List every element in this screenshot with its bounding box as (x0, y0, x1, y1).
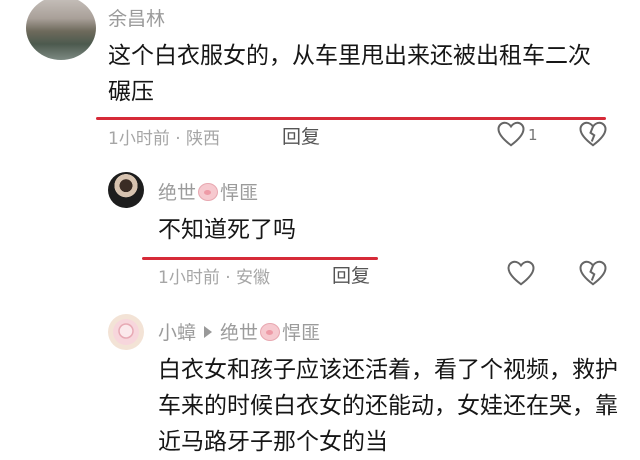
comment-text-3: 白衣女和孩子应该还活着，看了个视频，救护车来的时候白衣女的还能动，女娃还在哭，靠… (158, 357, 618, 455)
reply-button-2[interactable]: 回复 (332, 261, 370, 288)
avatar-commenter-3[interactable] (108, 314, 144, 350)
pig-face-icon (260, 323, 281, 341)
comment-location-2: 安徽 (236, 268, 271, 288)
heart-outline-icon[interactable] (506, 259, 536, 287)
broken-heart-icon[interactable] (578, 120, 608, 148)
commenter-name-3[interactable]: 小蟑 绝世 悍匪 (158, 318, 320, 345)
comment-text-1: 这个白衣服女的，从车里甩出来还被出租车二次碾压 (108, 43, 591, 105)
comment-meta-2: 1小时前 · 安徽 (158, 268, 271, 288)
comment-time-1: 1小时前 (108, 129, 170, 149)
like-count-1: 1 (528, 126, 538, 144)
pig-face-icon (198, 183, 219, 201)
comment-time-2: 1小时前 (158, 268, 220, 288)
reply-to-name[interactable]: 绝世 悍匪 (220, 322, 320, 344)
broken-heart-icon[interactable] (578, 259, 608, 287)
reply-arrow-icon (204, 326, 213, 338)
commenter-name-2[interactable]: 绝世 悍匪 (158, 178, 258, 205)
avatar-commenter-1[interactable] (26, 0, 96, 60)
comment-text-2: 不知道死了吗 (158, 217, 296, 243)
avatar-commenter-2[interactable] (108, 172, 144, 208)
meta-separator: · (175, 129, 181, 149)
reply-button-1[interactable]: 回复 (282, 122, 320, 149)
comment-meta-1: 1小时前 · 陕西 (108, 124, 220, 149)
commenter-name-1[interactable]: 余昌林 (108, 4, 165, 31)
heart-outline-icon[interactable] (496, 120, 526, 148)
red-underline-2 (142, 257, 378, 260)
red-underline-1 (96, 117, 606, 120)
comment-location-1: 陕西 (186, 129, 221, 149)
